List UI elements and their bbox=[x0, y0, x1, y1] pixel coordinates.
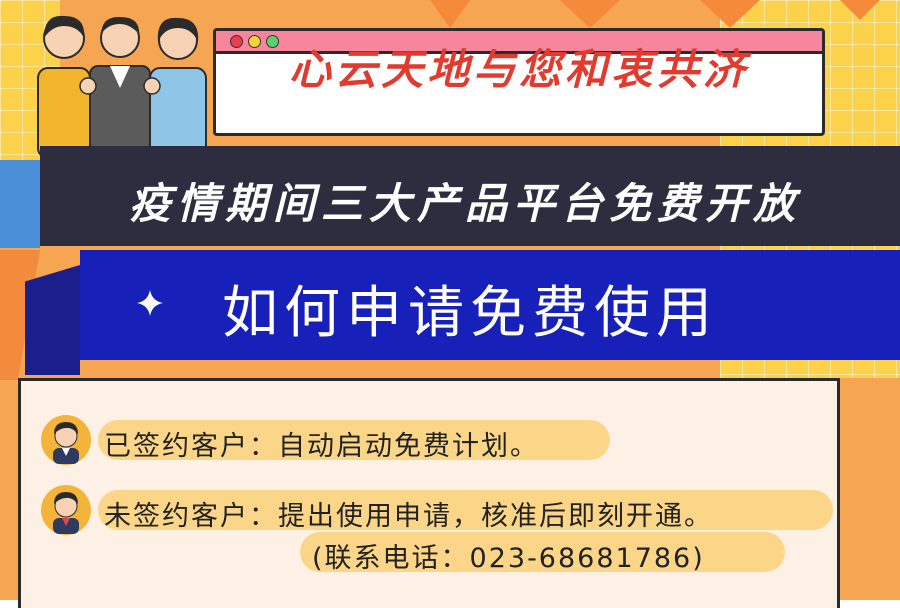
customer-avatar-icon bbox=[41, 415, 91, 465]
row-2-text: 未签约客户：提出使用申请，核准后即刻开通。 bbox=[104, 501, 713, 532]
row-1-text: 已签约客户：自动启动免费计划。 bbox=[104, 431, 539, 462]
main-title: 心云天地与您和衷共济 bbox=[288, 45, 749, 94]
dark-banner-side bbox=[0, 160, 40, 248]
prospect-avatar-icon bbox=[41, 485, 91, 535]
blue-banner-shade bbox=[25, 265, 80, 375]
dark-banner-text: 疫情期间三大产品平台免费开放 bbox=[128, 179, 801, 228]
sparkle-icon bbox=[137, 290, 163, 316]
three-people-illustration bbox=[37, 15, 207, 158]
content-panel-side bbox=[840, 378, 900, 600]
contact-phone-text: (联系电话：023-68681786) bbox=[312, 543, 705, 574]
blue-banner-text: 如何申请免费使用 bbox=[222, 281, 718, 346]
